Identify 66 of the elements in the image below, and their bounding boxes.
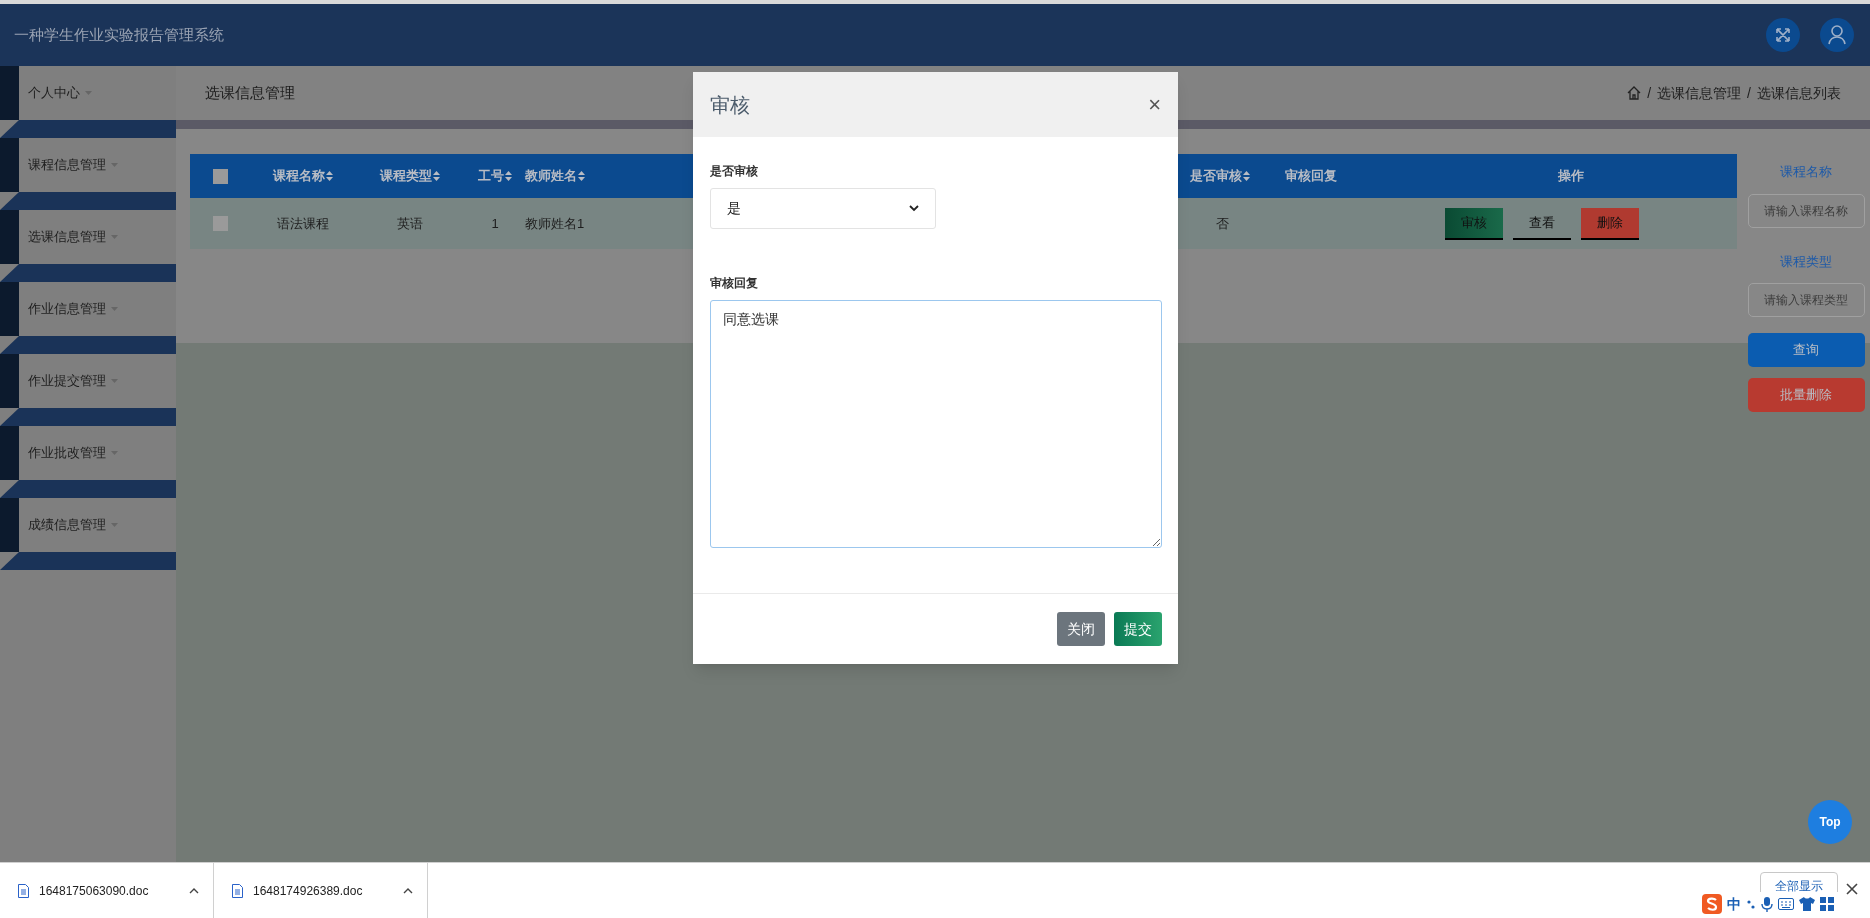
sidebar-edge [0,210,19,264]
sidebar-edge [0,498,19,552]
chevron-down-icon [909,205,919,212]
field-label: 课程类型 [1780,252,1832,271]
user-icon[interactable] [1820,18,1854,52]
table-cell-text: 1 [491,214,499,233]
sidebar-edge [0,66,19,120]
fullscreen-icon[interactable] [1766,18,1800,52]
ime-mode[interactable]: 中 [1727,893,1741,915]
search-button[interactable]: 查询 [1747,333,1865,367]
table-cell-text: 语法课程 [276,214,329,233]
document-icon [18,883,29,898]
column-header: 操作 [1558,167,1584,186]
review-button[interactable]: 审核 [1445,207,1503,240]
column-header[interactable]: 课程名称 [272,166,333,186]
keyboard-icon[interactable] [1778,898,1794,910]
view-button[interactable]: 查看 [1513,207,1571,240]
column-header[interactable]: 是否审核 [1190,166,1250,186]
page-title: 选课信息管理 [205,82,295,103]
column-header[interactable]: 工号 [478,166,512,186]
chevron-up-icon[interactable] [403,887,413,894]
ime-logo-icon[interactable] [1702,894,1722,914]
field-label: 课程名称 [1780,163,1832,181]
grid-icon[interactable] [1820,897,1834,911]
column-header[interactable]: 课程类型 [380,166,440,186]
chevron-up-icon[interactable] [189,887,199,894]
delete-button[interactable]: 删除 [1581,207,1639,240]
text-area[interactable]: 同意选课 [710,300,1162,548]
sort-icon[interactable] [1243,171,1250,181]
field-label: 是否审核 [710,163,759,180]
checkbox[interactable] [212,168,228,184]
table-cell-text: 教师姓名1 [525,214,585,233]
sidebar-edge [0,426,19,480]
shirt-icon[interactable] [1799,897,1815,911]
breadcrumb-separator: / [1647,83,1652,103]
breadcrumb-item[interactable]: 选课信息管理 [1657,82,1742,104]
search-field[interactable]: 请输入课程名称 [1747,193,1865,228]
close-button[interactable]: × [1148,93,1161,116]
sidebar-edge [0,354,19,408]
microphone-icon[interactable] [1761,896,1773,912]
sort-icon[interactable] [433,171,440,181]
breadcrumb-separator: / [1747,83,1751,103]
table-cell-text: 否 [1216,214,1229,233]
select-field[interactable]: 是 [710,188,936,229]
sidebar-edge [0,138,19,192]
close-dialog-button[interactable]: 关闭 [1057,612,1105,646]
close-icon[interactable] [1846,883,1858,895]
download-filename[interactable]: 1648175063090.doc [39,881,169,900]
app-title: 一种学生作业实验报告管理系统 [14,24,224,45]
checkbox[interactable] [212,216,228,231]
column-header[interactable]: 教师姓名 [525,166,585,186]
sidebar-edge [0,282,19,336]
sort-icon[interactable] [578,171,585,181]
sort-icon[interactable] [325,171,333,181]
column-header: 审核回复 [1285,167,1337,186]
home-icon[interactable] [1627,86,1642,100]
document-icon [232,883,243,898]
sort-icon[interactable] [505,171,512,181]
search-field[interactable]: 请输入课程类型 [1747,283,1865,317]
table-cell-text: 英语 [397,214,423,233]
dialog-title: 审核 [710,92,750,118]
batch-delete-button[interactable]: 批量删除 [1747,378,1865,412]
field-label: 审核回复 [710,275,759,292]
download-filename[interactable]: 1648174926389.doc [253,881,383,900]
breadcrumb-item: 选课信息列表 [1757,83,1841,103]
submit-button[interactable]: 提交 [1114,612,1162,646]
